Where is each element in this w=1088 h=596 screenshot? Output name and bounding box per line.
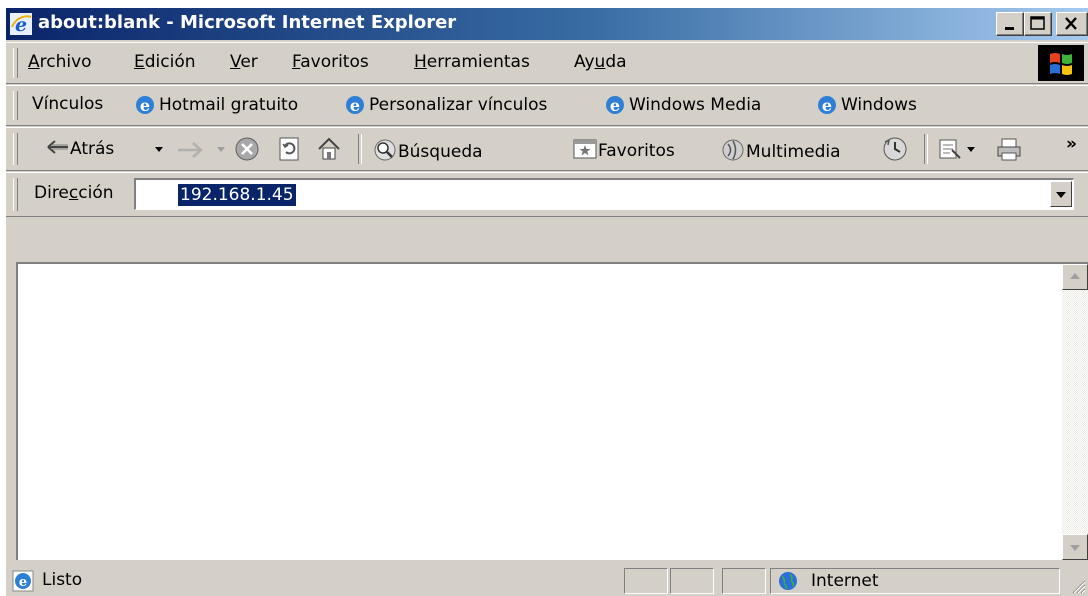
search-icon <box>374 139 396 161</box>
maximize-button[interactable] <box>1024 12 1052 36</box>
link-personalizar[interactable]: e Personalizar vínculos <box>344 94 547 116</box>
menu-ver[interactable]: Ver <box>230 52 258 72</box>
ie-page-icon: e <box>136 96 154 115</box>
link-hotmail[interactable]: e Hotmail gratuito <box>134 94 298 116</box>
links-bar-grip[interactable] <box>13 91 18 120</box>
menu-herramientas[interactable]: Herramientas <box>414 52 530 72</box>
scroll-up-button[interactable] <box>1062 264 1088 290</box>
ie-window: e about:blank - Microsoft Internet Explo… <box>6 8 1088 596</box>
toolbar-grip[interactable] <box>13 133 18 165</box>
back-dropdown-icon[interactable] <box>152 142 166 156</box>
scroll-up-arrow-icon <box>1070 273 1080 279</box>
address-input[interactable]: 192.168.1.45 <box>134 178 1074 210</box>
page-content-area[interactable] <box>16 262 1088 560</box>
menu-archivo[interactable]: Archivo <box>28 52 92 72</box>
forward-arrow-icon[interactable] <box>176 140 206 160</box>
stop-icon[interactable] <box>234 136 260 162</box>
ie-page-status-icon: e <box>12 570 34 592</box>
status-pane <box>624 568 668 594</box>
status-pane <box>670 568 714 594</box>
links-bar: Vínculos e Hotmail gratuito e Personalizar… <box>6 85 1088 126</box>
address-bar-grip[interactable] <box>13 178 18 211</box>
vertical-scrollbar[interactable] <box>1062 264 1088 560</box>
resize-grip-icon[interactable] <box>1068 576 1086 594</box>
toolbar-separator <box>924 134 928 164</box>
scroll-down-button[interactable] <box>1062 534 1088 560</box>
scroll-down-arrow-icon <box>1070 545 1080 551</box>
back-arrow-icon <box>47 140 68 154</box>
address-value: 192.168.1.45 <box>178 184 296 206</box>
print-icon[interactable] <box>996 136 1022 162</box>
standard-toolbar: Atrás Búsqueda Favoritos Multimedia » <box>6 127 1088 171</box>
globe-icon <box>779 572 797 590</box>
status-pane <box>722 568 766 594</box>
security-zone-pane: Internet <box>770 568 1060 594</box>
title-bar[interactable]: e about:blank - Microsoft Internet Explo… <box>6 8 1088 40</box>
toolbar-overflow-button[interactable]: » <box>1066 134 1077 154</box>
windows-logo-icon <box>1038 45 1084 81</box>
link-windows[interactable]: e Windows <box>816 94 917 116</box>
window-title: about:blank - Microsoft Internet Explore… <box>38 12 457 33</box>
maximize-icon <box>1030 16 1045 30</box>
mail-dropdown-icon[interactable] <box>964 142 978 156</box>
status-bar: e Listo Internet <box>6 564 1088 596</box>
link-windows-media[interactable]: e Windows Media <box>604 94 761 116</box>
ie-page-icon: e <box>346 96 364 115</box>
svg-text:e: e <box>140 96 150 115</box>
mail-icon[interactable] <box>938 136 964 162</box>
links-label: Vínculos <box>32 94 104 114</box>
svg-text:e: e <box>19 575 27 590</box>
minimize-button[interactable] <box>996 12 1024 36</box>
toolbar-separator <box>358 134 362 164</box>
svg-text:e: e <box>822 96 832 115</box>
back-button[interactable]: Atrás <box>46 138 114 159</box>
minimize-icon <box>1005 27 1014 30</box>
close-button[interactable] <box>1056 12 1088 36</box>
home-icon[interactable] <box>316 136 342 162</box>
menu-edicion[interactable]: Edición <box>134 52 196 72</box>
address-dropdown-button[interactable] <box>1050 181 1072 207</box>
ie-logo-icon: e <box>10 13 32 35</box>
menu-ayuda[interactable]: Ayuda <box>574 52 627 72</box>
close-icon <box>1065 17 1077 30</box>
refresh-icon[interactable] <box>276 136 302 162</box>
address-label: Dirección <box>34 183 114 203</box>
media-icon <box>722 139 744 161</box>
favorites-star-icon <box>573 139 597 159</box>
ie-page-icon: e <box>818 96 836 115</box>
address-bar: Dirección 192.168.1.45 <box>6 172 1088 217</box>
search-button[interactable]: Búsqueda <box>372 138 483 162</box>
status-text: Listo <box>42 570 83 590</box>
svg-text:e: e <box>610 96 620 115</box>
forward-dropdown-icon[interactable] <box>214 142 228 156</box>
menu-bar-grip[interactable] <box>13 48 18 78</box>
chevron-down-icon <box>1056 192 1066 198</box>
ie-page-icon: e <box>606 96 624 115</box>
svg-text:e: e <box>350 96 360 115</box>
media-button[interactable]: Multimedia <box>720 138 841 162</box>
menu-favoritos[interactable]: Favoritos <box>292 52 369 72</box>
security-zone-label: Internet <box>811 571 879 591</box>
menu-bar: Archivo Edición Ver Favoritos Herramient… <box>6 42 1088 84</box>
favorites-button[interactable]: Favoritos <box>572 138 675 161</box>
history-icon[interactable] <box>882 136 908 162</box>
